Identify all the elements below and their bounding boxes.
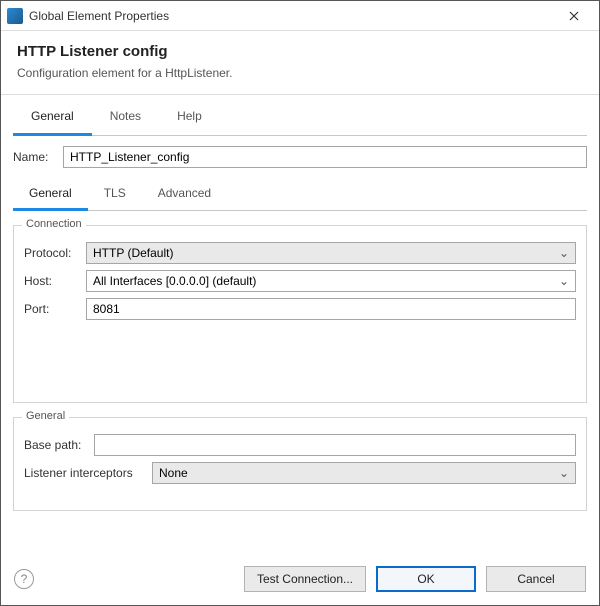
- close-button[interactable]: [553, 2, 595, 30]
- host-combo[interactable]: All Interfaces [0.0.0.0] (default) ⌄: [86, 270, 576, 292]
- page-subtitle: Configuration element for a HttpListener…: [17, 66, 583, 80]
- top-tabs: General Notes Help: [13, 99, 587, 136]
- port-label: Port:: [24, 302, 86, 316]
- tab-inner-general[interactable]: General: [13, 178, 88, 211]
- name-label: Name:: [13, 150, 63, 164]
- window-title: Global Element Properties: [29, 9, 169, 23]
- interceptors-value: None: [159, 466, 188, 480]
- close-icon: [569, 11, 579, 21]
- inner-tabs: General TLS Advanced: [13, 178, 587, 211]
- test-connection-button[interactable]: Test Connection...: [244, 566, 366, 592]
- basepath-label: Base path:: [24, 438, 94, 452]
- page-title: HTTP Listener config: [17, 43, 583, 60]
- tab-general[interactable]: General: [13, 99, 92, 136]
- dialog-footer: ? Test Connection... OK Cancel: [0, 556, 600, 606]
- dialog-header: HTTP Listener config Configuration eleme…: [1, 31, 599, 95]
- ok-button[interactable]: OK: [376, 566, 476, 592]
- interceptors-label: Listener interceptors: [24, 466, 152, 480]
- tab-help[interactable]: Help: [159, 99, 220, 135]
- host-label: Host:: [24, 274, 86, 288]
- host-value: All Interfaces [0.0.0.0] (default): [93, 274, 256, 288]
- connection-legend: Connection: [22, 218, 86, 230]
- protocol-value: HTTP (Default): [93, 246, 173, 260]
- general-group: General Base path: Listener interceptors…: [13, 417, 587, 511]
- chevron-down-icon: ⌄: [557, 246, 571, 260]
- app-icon: [7, 8, 23, 24]
- name-input[interactable]: [63, 146, 587, 168]
- protocol-select[interactable]: HTTP (Default) ⌄: [86, 242, 576, 264]
- protocol-label: Protocol:: [24, 246, 86, 260]
- title-bar: Global Element Properties: [1, 1, 599, 31]
- tab-notes[interactable]: Notes: [92, 99, 159, 135]
- port-input[interactable]: [86, 298, 576, 320]
- help-button[interactable]: ?: [14, 569, 34, 589]
- general-legend: General: [22, 410, 69, 422]
- help-icon: ?: [21, 572, 28, 586]
- basepath-input[interactable]: [94, 434, 576, 456]
- chevron-down-icon: ⌄: [557, 274, 571, 288]
- tab-inner-tls[interactable]: TLS: [88, 178, 142, 210]
- name-row: Name:: [13, 146, 587, 168]
- chevron-down-icon: ⌄: [557, 466, 571, 480]
- cancel-button[interactable]: Cancel: [486, 566, 586, 592]
- tab-inner-advanced[interactable]: Advanced: [142, 178, 227, 210]
- interceptors-select[interactable]: None ⌄: [152, 462, 576, 484]
- connection-group: Connection Protocol: HTTP (Default) ⌄ Ho…: [13, 225, 587, 403]
